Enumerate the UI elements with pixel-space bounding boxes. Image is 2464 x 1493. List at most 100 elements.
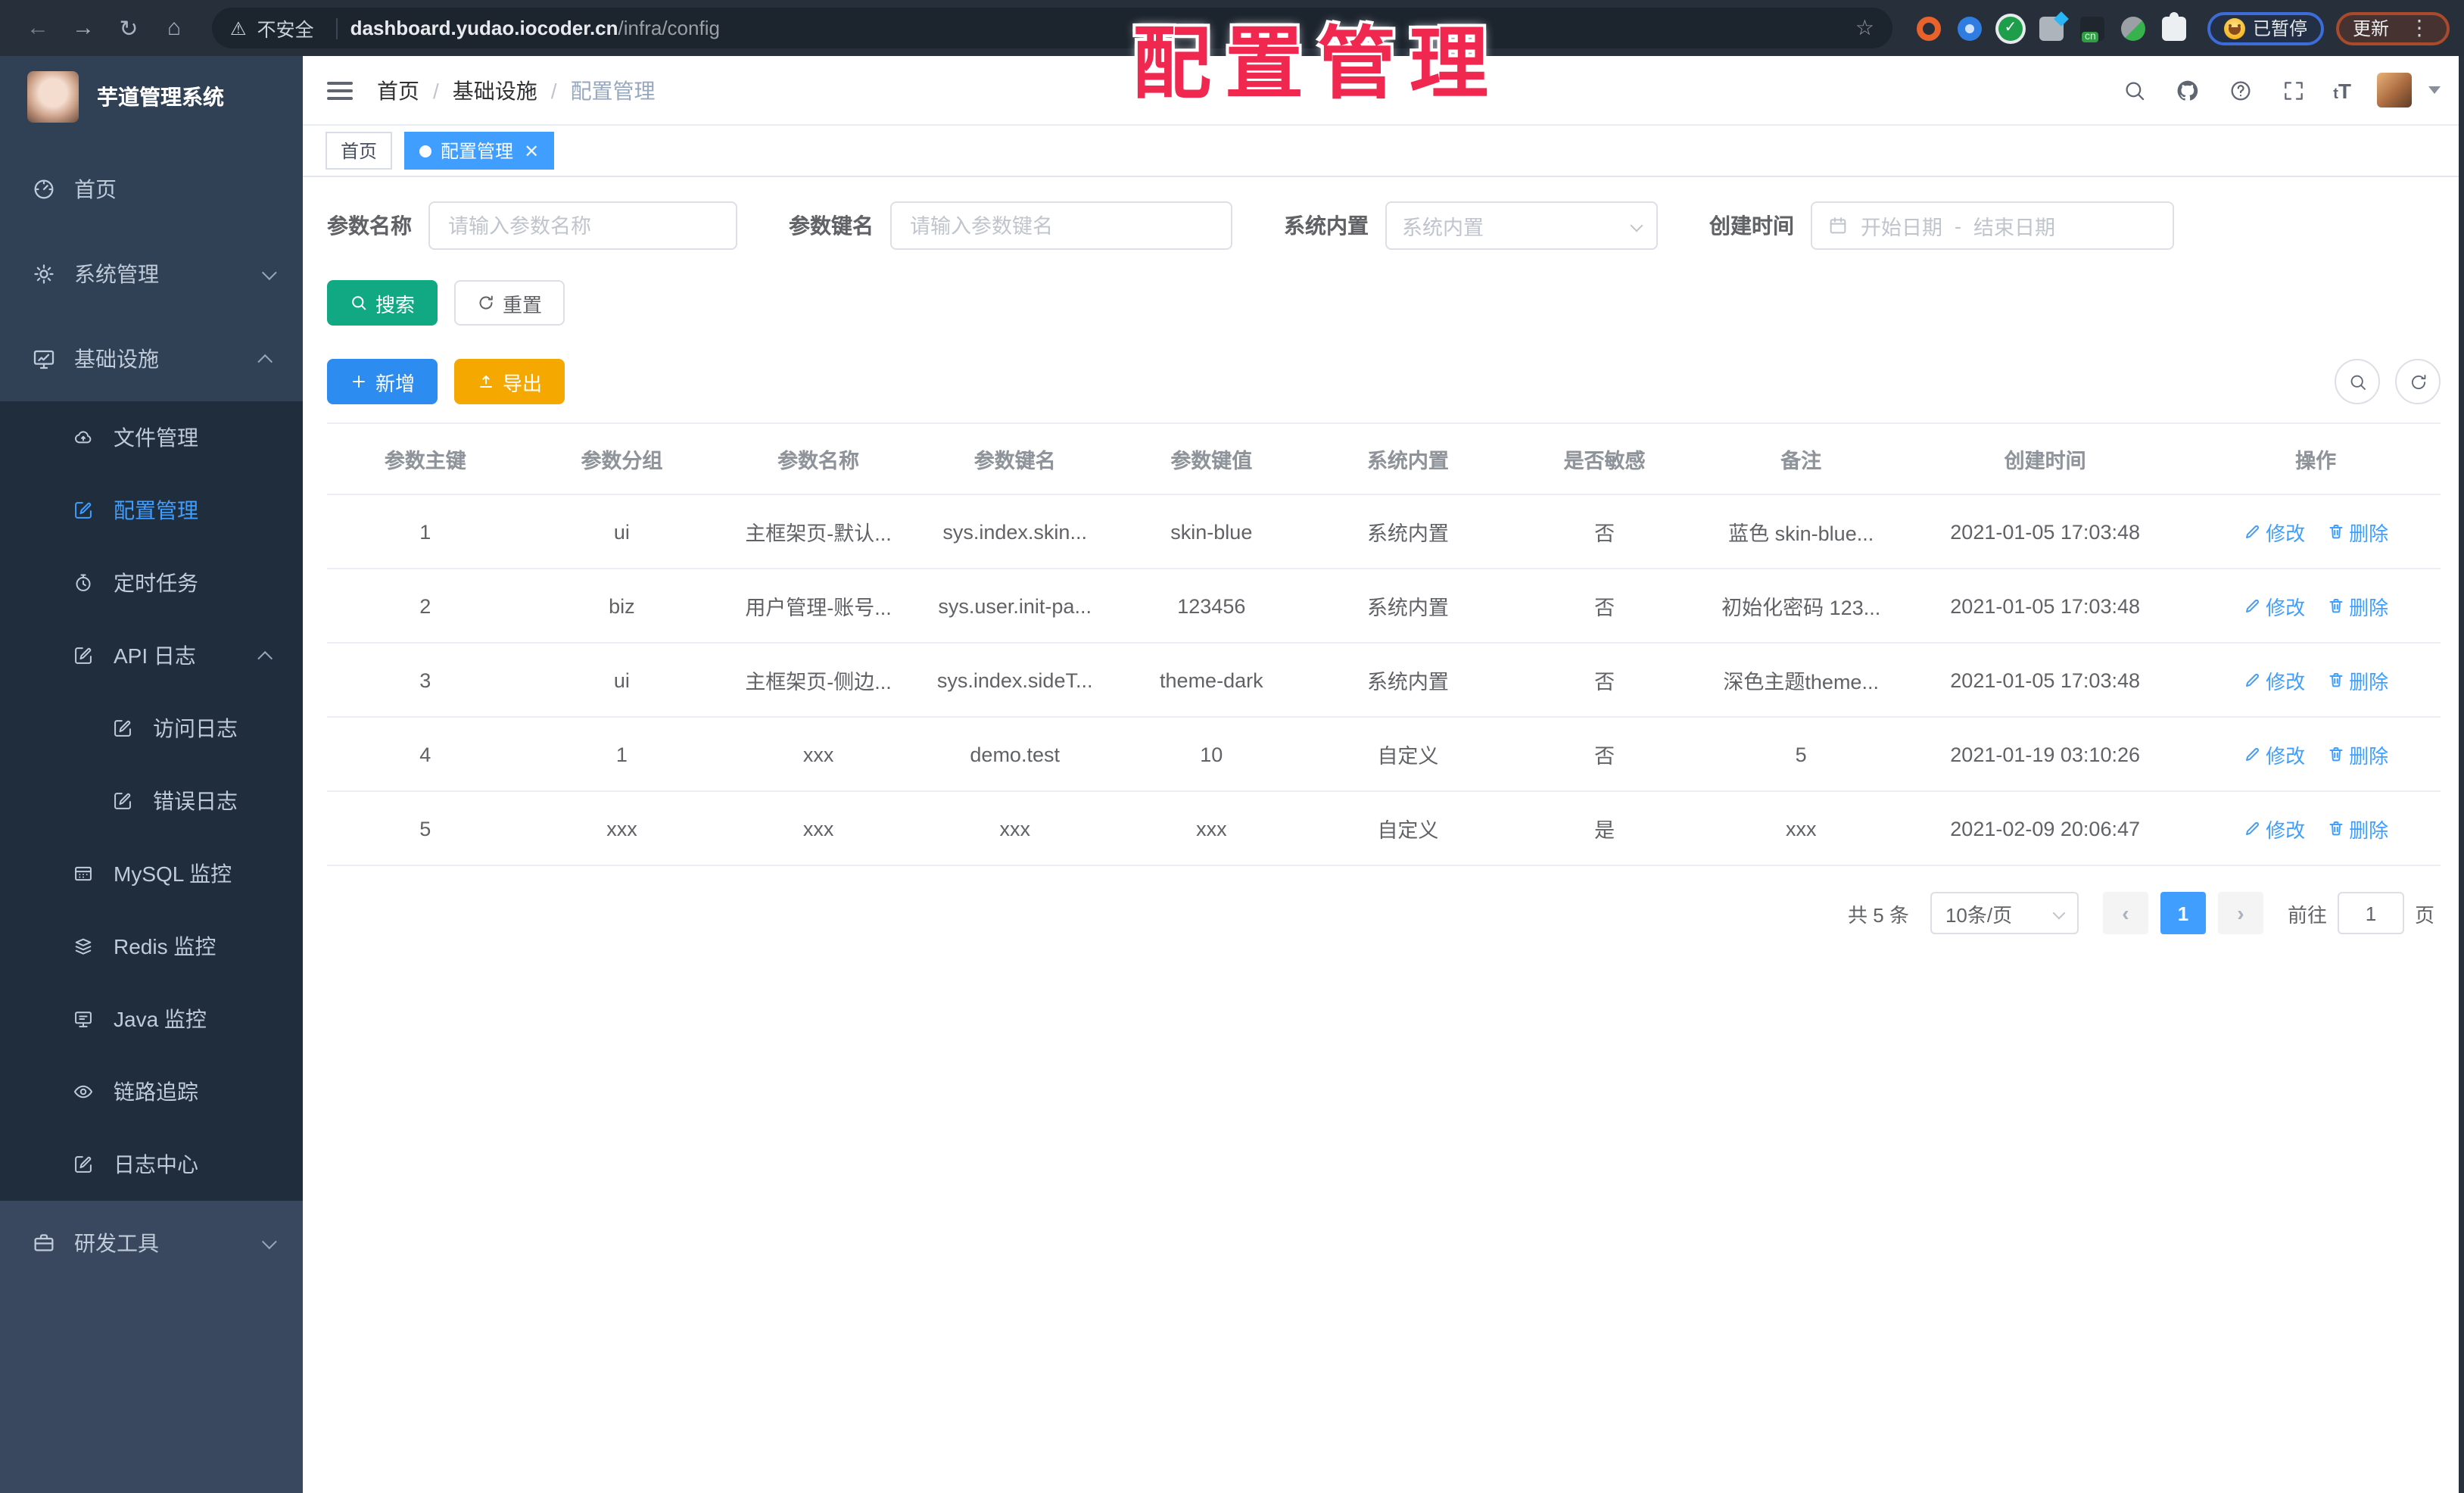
edit-link[interactable]: 修改 — [2243, 591, 2305, 620]
sidebar-item-infrastructure[interactable]: 基础设施 — [0, 316, 303, 401]
browser-reload-icon[interactable]: ↻ — [114, 14, 144, 42]
sidebar-item-label: 首页 — [74, 177, 117, 201]
chevron-down-icon[interactable] — [2428, 86, 2441, 94]
bookmark-star-icon[interactable]: ☆ — [1855, 15, 1874, 41]
browser-back-icon[interactable]: ← — [23, 15, 53, 41]
table-header-row: 参数主键 参数分组 参数名称 参数键名 参数键值 系统内置 是否敏感 备注 创建时间 操作 — [327, 422, 2441, 495]
avatar[interactable] — [2377, 73, 2412, 108]
address-bar[interactable]: ⚠ 不安全 dashboard.yudao.iocoder.cn /infra/… — [212, 8, 1892, 48]
add-button[interactable]: 新增 — [327, 359, 438, 404]
tag-home[interactable]: 首页 — [326, 132, 393, 170]
sidebar-item-scheduled-tasks[interactable]: 定时任务 — [0, 547, 303, 619]
table-cell-operations: 修改 删除 — [2191, 494, 2441, 569]
table-cell: 2021-01-05 17:03:48 — [1899, 494, 2191, 569]
table-cell: sys.index.sideT... — [916, 643, 1114, 718]
table-cell: xxx — [720, 717, 917, 792]
sidebar-item-access-logs[interactable]: 访问日志 — [0, 692, 303, 765]
date-range-picker[interactable]: 开始日期 - 结束日期 — [1811, 201, 2174, 250]
delete-link[interactable]: 删除 — [2326, 591, 2388, 620]
toolbox-icon — [30, 1231, 58, 1255]
app-title: 芋道管理系统 — [97, 85, 224, 109]
sidebar-item-file-management[interactable]: 文件管理 — [0, 401, 303, 474]
edit-link[interactable]: 修改 — [2243, 517, 2305, 546]
close-icon[interactable]: ✕ — [524, 140, 539, 161]
sidebar-item-error-logs[interactable]: 错误日志 — [0, 765, 303, 837]
reset-button[interactable]: 重置 — [454, 280, 565, 326]
breadcrumb-current: 配置管理 — [570, 78, 656, 102]
divider — [336, 17, 338, 39]
monitor-icon — [30, 347, 58, 371]
table-cell-operations: 修改 删除 — [2191, 791, 2441, 866]
breadcrumb: 首页 / 基础设施 / 配置管理 — [377, 75, 656, 105]
update-chip[interactable]: 更新 ⋮ — [2335, 11, 2450, 45]
help-icon[interactable] — [2227, 76, 2254, 104]
delete-link[interactable]: 删除 — [2326, 517, 2388, 546]
delete-link[interactable]: 删除 — [2326, 665, 2388, 694]
sidebar-item-redis-monitor[interactable]: Redis 监控 — [0, 910, 303, 983]
stack-icon — [70, 936, 97, 957]
next-page-button[interactable]: › — [2217, 892, 2263, 934]
param-key-input[interactable] — [890, 201, 1232, 250]
sidebar-item-label: API 日志 — [114, 644, 196, 668]
extension-green-check-icon[interactable]: ✓ — [1998, 16, 2023, 40]
sidebar-item-java-monitor[interactable]: Java 监控 — [0, 983, 303, 1055]
github-icon[interactable] — [2174, 76, 2201, 104]
column-header: 系统内置 — [1310, 422, 1506, 495]
extension-orange-ring-icon[interactable] — [1916, 16, 1941, 40]
export-button[interactable]: 导出 — [454, 359, 565, 404]
extension-leaf-icon[interactable] — [2120, 16, 2145, 40]
table-cell: 系统内置 — [1310, 494, 1506, 569]
font-size-icon[interactable]: tT — [2333, 78, 2351, 102]
edit-icon — [70, 645, 97, 666]
sidebar-item-tracing[interactable]: 链路追踪 — [0, 1055, 303, 1128]
sidebar-item-system-management[interactable]: 系统管理 — [0, 232, 303, 316]
delete-link[interactable]: 删除 — [2326, 814, 2388, 843]
browser-forward-icon[interactable]: → — [68, 15, 98, 41]
sidebar-item-mysql-monitor[interactable]: MySQL 监控 — [0, 837, 303, 910]
sidebar-item-config-management[interactable]: 配置管理 — [0, 474, 303, 547]
edit-icon — [109, 790, 136, 812]
toggle-search-button[interactable] — [2335, 359, 2380, 404]
extension-cn-icon[interactable] — [2079, 16, 2104, 42]
goto-page-input[interactable] — [2337, 892, 2404, 934]
current-page-button[interactable]: 1 — [2160, 892, 2206, 934]
sidebar-item-label: 定时任务 — [114, 571, 198, 595]
builtin-select[interactable]: 系统内置 — [1385, 201, 1658, 250]
chevron-down-icon — [261, 1233, 277, 1249]
extension-puzzle-icon[interactable] — [2161, 11, 2186, 40]
param-name-input[interactable] — [428, 201, 737, 250]
edit-link[interactable]: 修改 — [2243, 665, 2305, 694]
edit-link[interactable]: 修改 — [2243, 740, 2305, 768]
cloud-icon — [70, 427, 97, 448]
extension-grid-icon[interactable] — [2039, 16, 2064, 40]
chip-menu-dots-icon[interactable]: ⋮ — [2409, 15, 2430, 41]
table-cell: xxx — [1113, 791, 1310, 866]
fullscreen-icon[interactable] — [2280, 76, 2307, 104]
edit-link[interactable]: 修改 — [2243, 814, 2305, 843]
extension-blue-pin-icon[interactable] — [1957, 16, 1982, 40]
paused-chip[interactable]: 已暂停 — [2207, 11, 2324, 45]
prev-page-button[interactable]: ‹ — [2102, 892, 2148, 934]
sidebar-item-label: 基础设施 — [74, 347, 159, 371]
tag-config-management[interactable]: 配置管理 ✕ — [404, 132, 555, 170]
extension-icons: ✓ — [1916, 11, 2186, 42]
sidebar-item-dev-tools[interactable]: 研发工具 — [0, 1201, 303, 1286]
chevron-down-icon — [261, 264, 277, 280]
sidebar-item-api-logs[interactable]: API 日志 — [0, 619, 303, 692]
hamburger-icon[interactable] — [327, 81, 353, 99]
search-icon[interactable] — [2121, 76, 2148, 104]
column-header: 参数名称 — [720, 422, 917, 495]
edit-icon — [70, 1154, 97, 1175]
sidebar-item-log-center[interactable]: 日志中心 — [0, 1128, 303, 1201]
search-button[interactable]: 搜索 — [327, 280, 438, 326]
breadcrumb-home[interactable]: 首页 — [377, 75, 419, 105]
sidebar-item-home[interactable]: 首页 — [0, 147, 303, 232]
page-size-select[interactable]: 10条/页 — [1930, 892, 2079, 934]
sidebar-item-label: Redis 监控 — [114, 934, 216, 958]
browser-home-icon[interactable]: ⌂ — [159, 15, 189, 41]
delete-link[interactable]: 删除 — [2326, 740, 2388, 768]
refresh-table-button[interactable] — [2395, 359, 2441, 404]
table-row: 4 1 xxx demo.test 10 自定义否 5 2021-01-19 03:10:26… — [327, 717, 2441, 792]
config-table: 参数主键 参数分组 参数名称 参数键名 参数键值 系统内置 是否敏感 备注 创建时间 操作 1 ui… — [327, 422, 2441, 866]
table-cell: 2 — [327, 569, 524, 644]
